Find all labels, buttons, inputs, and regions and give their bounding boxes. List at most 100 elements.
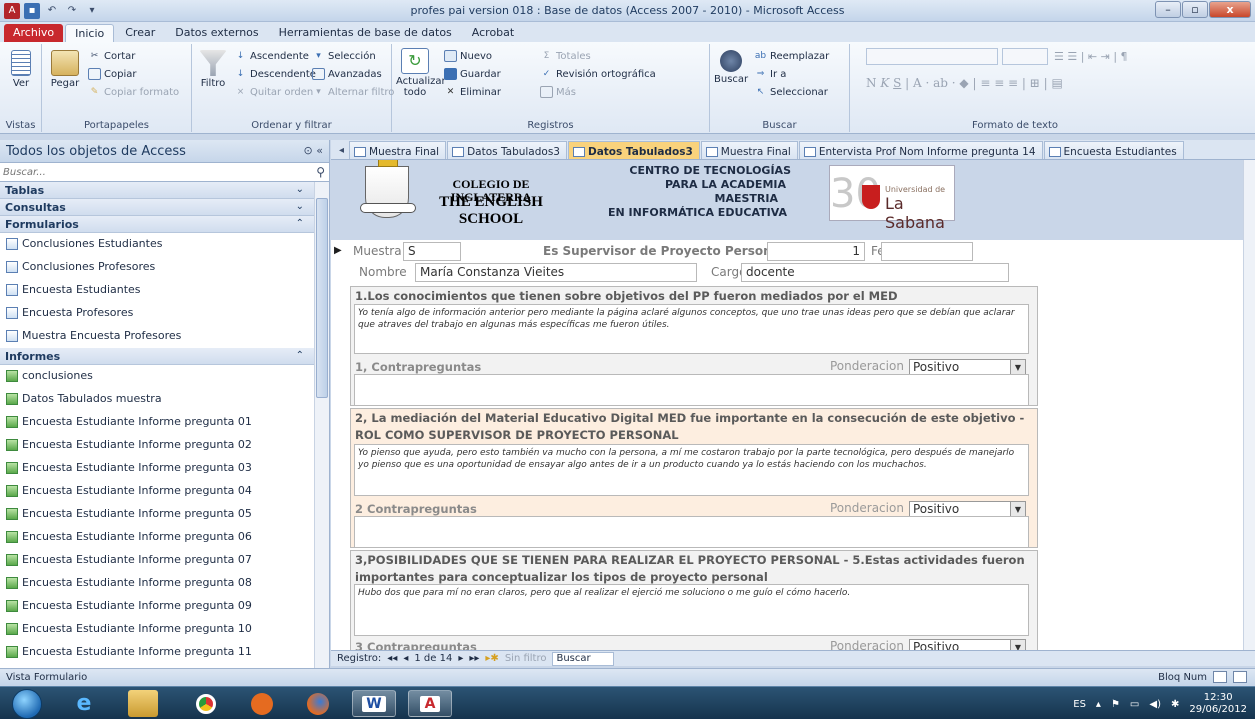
nav-report-item[interactable]: Encuesta Estudiante Informe pregunta 08 xyxy=(0,572,314,595)
descendente-button[interactable]: ↓ Descendente xyxy=(234,68,316,80)
nav-report-item[interactable]: Encuesta Estudiante Informe pregunta 09 xyxy=(0,595,314,618)
network-icon[interactable]: ▭ xyxy=(1130,699,1139,710)
font-size-select[interactable] xyxy=(1002,48,1048,65)
tab-herramientas[interactable]: Herramientas de base de datos xyxy=(270,24,461,42)
form-view-icon[interactable] xyxy=(1213,671,1227,683)
nombre-field[interactable]: María Constanza Vieites xyxy=(415,263,697,282)
category-consultas[interactable]: Consultas ⌄ xyxy=(0,199,314,216)
nav-report-item[interactable]: Encuesta Estudiante Informe pregunta 06 xyxy=(0,526,314,549)
ie-icon[interactable]: e xyxy=(62,690,106,717)
eliminar-button[interactable]: ✕ Eliminar xyxy=(444,86,501,98)
seleccion-button[interactable]: ▾ Selección xyxy=(312,50,375,62)
cortar-button[interactable]: ✂ Cortar xyxy=(88,50,136,62)
guardar-button[interactable]: Guardar xyxy=(444,68,501,80)
filter-status[interactable]: Sin filtro xyxy=(505,653,547,664)
nav-form-item[interactable]: Conclusiones Profesores xyxy=(0,256,314,279)
pegar-button[interactable]: Pegar xyxy=(48,50,82,89)
document-tab[interactable]: Datos Tabulados3 xyxy=(567,141,700,159)
question-2-contra-field[interactable] xyxy=(354,516,1029,548)
document-tab[interactable]: Datos Tabulados3 xyxy=(447,141,567,159)
nav-report-item[interactable]: Encuesta Estudiante Informe pregunta 02 xyxy=(0,434,314,457)
next-record-icon[interactable]: ▸ xyxy=(458,653,463,664)
ver-button[interactable]: Ver xyxy=(6,50,36,89)
flag-icon[interactable]: ⚑ xyxy=(1111,699,1120,710)
buscar-button[interactable]: Buscar xyxy=(714,50,748,85)
document-tab[interactable]: Encuesta Estudiantes xyxy=(1043,141,1184,159)
dropdown-arrow-icon[interactable]: ▼ xyxy=(1010,640,1025,650)
nav-form-item[interactable]: Conclusiones Estudiantes xyxy=(0,233,314,256)
clock[interactable]: 12:30 29/06/2012 xyxy=(1189,692,1247,716)
tab-inicio[interactable]: Inicio xyxy=(65,24,115,42)
dropdown-arrow-icon[interactable]: ▼ xyxy=(1010,502,1025,517)
cargo-field[interactable]: docente xyxy=(741,263,1009,282)
actualizar-button[interactable]: ↻ Actualizar todo xyxy=(396,48,446,98)
nav-collapse-icon[interactable]: ⊙ « xyxy=(304,144,323,157)
nav-scrollbar[interactable] xyxy=(314,182,329,668)
access-taskbar-button[interactable]: A xyxy=(408,690,452,717)
record-current[interactable]: 1 de 14 xyxy=(414,653,452,664)
alternar-filtro-button[interactable]: ▾ Alternar filtro xyxy=(312,86,394,98)
mas-button[interactable]: Más xyxy=(540,86,576,98)
list-indent-icons[interactable]: ☰ ☰ | ⇤ ⇥ | ¶ xyxy=(1054,50,1128,63)
form-scrollbar[interactable] xyxy=(1243,160,1255,650)
quitar-orden-button[interactable]: ⨯ Quitar orden xyxy=(234,86,314,98)
layout-view-icon[interactable] xyxy=(1233,671,1247,683)
close-button[interactable]: x xyxy=(1209,1,1251,18)
document-tab[interactable]: Muestra Final xyxy=(349,141,447,159)
tab-acrobat[interactable]: Acrobat xyxy=(463,24,523,42)
folder-icon[interactable] xyxy=(128,690,158,717)
filtro-button[interactable]: Filtro xyxy=(198,50,228,89)
reemplazar-button[interactable]: ab Reemplazar xyxy=(754,50,829,62)
nav-form-item[interactable]: Encuesta Profesores xyxy=(0,302,314,325)
new-record-nav-icon[interactable]: ▸✱ xyxy=(485,653,498,664)
search-icon[interactable]: ⚲ xyxy=(316,165,325,179)
nav-search-input[interactable] xyxy=(0,163,300,181)
dropdown-arrow-icon[interactable]: ▼ xyxy=(1010,360,1025,375)
record-search-box[interactable]: Buscar xyxy=(552,651,615,666)
scroll-thumb[interactable] xyxy=(316,198,328,398)
record-selector-icon[interactable]: ▶ xyxy=(334,245,342,256)
nav-report-item[interactable]: Encuesta Estudiante Informe pregunta 11 xyxy=(0,641,314,664)
volume-icon[interactable]: ◀) xyxy=(1149,699,1161,710)
category-tablas[interactable]: Tablas ⌄ xyxy=(0,182,314,199)
totales-button[interactable]: Σ Totales xyxy=(540,50,591,62)
question-1-contra-field[interactable] xyxy=(354,374,1029,406)
start-button[interactable] xyxy=(12,689,42,719)
tab-crear[interactable]: Crear xyxy=(116,24,164,42)
nav-report-item[interactable]: Encuesta Estudiante Informe pregunta 03 xyxy=(0,457,314,480)
avanzadas-button[interactable]: Avanzadas xyxy=(312,68,382,80)
ascendente-button[interactable]: ↓ Ascendente xyxy=(234,50,309,62)
language-indicator[interactable]: ES xyxy=(1073,699,1086,710)
muestra-field[interactable]: S xyxy=(403,242,461,261)
font-family-select[interactable] xyxy=(866,48,998,65)
category-informes[interactable]: Informes ⌃ xyxy=(0,348,314,365)
office-icon[interactable] xyxy=(240,690,284,717)
supervisor-field[interactable]: 1 xyxy=(767,242,865,261)
nav-form-item[interactable]: Encuesta Estudiantes xyxy=(0,279,314,302)
maximize-button[interactable]: ▫ xyxy=(1182,1,1208,18)
bluetooth-icon[interactable]: ✱ xyxy=(1171,699,1179,710)
question-3-pond-select[interactable]: Positivo ▼ xyxy=(909,639,1026,650)
nav-form-item[interactable]: Muestra Encuesta Profesores xyxy=(0,325,314,348)
seleccionar-button[interactable]: ↖ Seleccionar xyxy=(754,86,828,98)
nav-report-item[interactable]: Encuesta Estudiante Informe pregunta 07 xyxy=(0,549,314,572)
ir-a-button[interactable]: ⇒ Ir a xyxy=(754,68,787,80)
prev-record-icon[interactable]: ◂ xyxy=(403,653,408,664)
document-tab[interactable]: Muestra Final xyxy=(700,141,798,159)
word-taskbar-button[interactable]: W xyxy=(352,690,396,717)
first-record-icon[interactable]: ◂◂ xyxy=(387,653,397,664)
nav-header[interactable]: Todos los objetos de Access ⊙ « xyxy=(0,140,329,163)
minimize-button[interactable]: – xyxy=(1155,1,1181,18)
revision-button[interactable]: ✓ Revisión ortográfica xyxy=(540,68,656,80)
question-2-answer[interactable]: Yo pienso que ayuda, pero esto también v… xyxy=(354,444,1029,496)
nav-report-item[interactable]: Encuesta Estudiante Informe pregunta 04 xyxy=(0,480,314,503)
category-formularios[interactable]: Formularios ⌃ xyxy=(0,216,314,233)
fecha-field[interactable] xyxy=(881,242,973,261)
nav-report-item[interactable]: Encuesta Estudiante Informe pregunta 10 xyxy=(0,618,314,641)
tab-scroll-left-icon[interactable]: ◂ xyxy=(335,145,348,159)
nav-report-item[interactable]: Datos Tabulados muestra xyxy=(0,388,314,411)
format-buttons[interactable]: N K S | A · ab · ◆ | ≡ ≡ ≡ | ⊞ | ▤ xyxy=(866,76,1063,90)
copiar-formato-button[interactable]: ✎ Copiar formato xyxy=(88,86,179,98)
nav-report-item[interactable]: Encuesta Estudiante Informe pregunta 05 xyxy=(0,503,314,526)
nav-report-item[interactable]: conclusiones xyxy=(0,365,314,388)
